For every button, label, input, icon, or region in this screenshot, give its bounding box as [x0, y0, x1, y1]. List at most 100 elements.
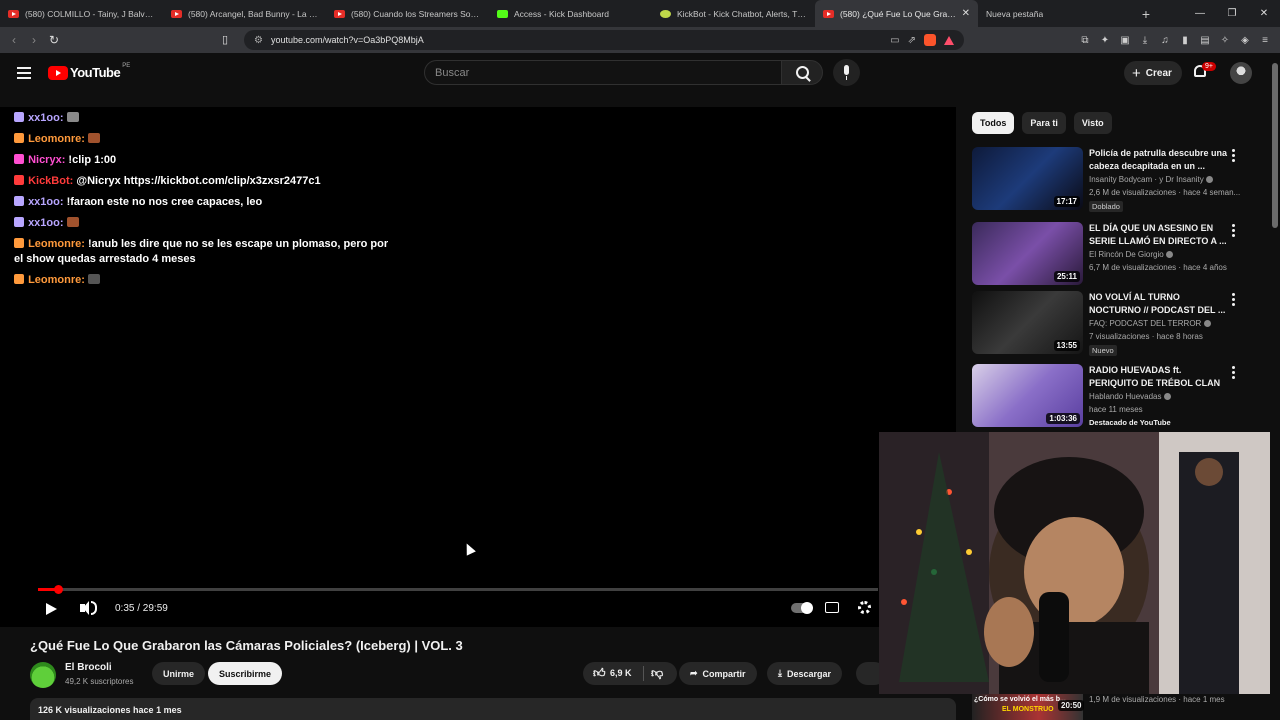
verified-icon [1163, 393, 1171, 400]
create-button[interactable]: + Crear [1124, 61, 1182, 85]
address-bar[interactable]: ⚙ youtube.com/watch?v=Oa3bPQ8MbjA ▭ ⇗ [244, 30, 964, 50]
chip-visto[interactable]: Visto [1073, 112, 1112, 134]
recommendation-title[interactable]: NO VOLVÍ AL TURNO NOCTURNO // PODCAST DE… [1089, 291, 1229, 317]
vpn-icon[interactable]: ◈ [1240, 35, 1250, 46]
subscriber-count: 49,2 K suscriptores [65, 677, 134, 686]
more-options-icon[interactable] [1232, 293, 1235, 308]
recommendation-title[interactable]: RADIO HUEVADAS ft. PERIQUITO DE TRÉBOL C… [1089, 364, 1229, 390]
like-count[interactable]: 6,9 K [610, 668, 632, 678]
bookmark-icon[interactable]: ▯ [222, 33, 228, 46]
chat-message: xx1oo: [14, 216, 394, 231]
video-thumbnail[interactable]: 1:03:36 [972, 364, 1083, 427]
brave-rewards-icon[interactable] [944, 35, 954, 45]
video-player[interactable]: xx1oo: Leomonre: Nicryx: !clip 1:00 Kick… [0, 107, 956, 627]
subscribe-button[interactable]: Suscribirme [208, 662, 283, 685]
notification-badge: 9+ [1202, 62, 1216, 71]
youtube-logo[interactable]: YouTube PE [48, 63, 130, 80]
download-button[interactable]: ⤓ Descargar [767, 662, 843, 685]
more-options-icon[interactable] [1232, 224, 1235, 239]
progress-bar[interactable] [38, 585, 878, 594]
close-window-icon[interactable]: ✕ [1248, 8, 1280, 19]
restore-icon[interactable]: ❐ [1216, 8, 1248, 19]
reload-icon[interactable]: ↻ [44, 33, 64, 47]
youtube-header: YouTube PE Buscar + Crear 9+ [0, 53, 1270, 93]
browser-tab-new[interactable]: Nueva pestaña [978, 0, 1128, 27]
recommendation-item[interactable]: 1:03:36 RADIO HUEVADAS ft. PERIQUITO DE T… [972, 364, 1252, 429]
webcam-feed-image [879, 432, 1270, 694]
chip-todos[interactable]: Todos [972, 112, 1015, 134]
autoplay-toggle[interactable] [791, 602, 813, 614]
channel-avatar[interactable] [30, 662, 56, 688]
search-button[interactable] [781, 60, 823, 85]
wallet-icon[interactable]: ▤ [1200, 35, 1210, 46]
recommendation-channel[interactable]: El Rincón De Giorgio [1089, 250, 1173, 259]
translate-icon[interactable]: ⧉ [1080, 35, 1090, 46]
video-meta: 1,9 M de visualizaciones · hace 1 mes [1089, 695, 1225, 704]
browser-window: (580) COLMILLO - Tainy, J Balvin, You (5… [0, 0, 1280, 720]
tab-search-icon[interactable]: ▣ [1120, 35, 1130, 46]
brave-shields-icon[interactable] [924, 34, 936, 46]
description-box[interactable]: 126 K visualizaciones hace 1 mes [30, 698, 956, 720]
more-options-icon[interactable] [1232, 149, 1235, 164]
recommendation-channel[interactable]: FAQ: PODCAST DEL TERROR [1089, 319, 1211, 328]
minimize-icon[interactable]: — [1184, 8, 1216, 19]
recommendation-channel[interactable]: Insanity Bodycam · y Dr Insanity [1089, 175, 1213, 184]
volume-icon[interactable] [80, 601, 89, 615]
recommendation-item[interactable]: 25:11 EL DÍA QUE UN ASESINO EN SERIE LLAM… [972, 222, 1252, 287]
recommendation-title[interactable]: Policía de patrulla descubre una cabeza … [1089, 147, 1229, 173]
search-input[interactable]: Buscar [424, 60, 782, 85]
video-thumbnail[interactable]: 13:55 [972, 291, 1083, 354]
share-page-icon[interactable]: ⇗ [908, 35, 916, 46]
media-icon[interactable]: ♫ [1160, 35, 1170, 46]
player-controls: 0:35 / 29:59 [38, 599, 878, 619]
scrollbar-thumb[interactable] [1272, 63, 1278, 228]
duration-badge: 1:03:36 [1046, 413, 1080, 424]
browser-tab-2[interactable]: (580) Arcangel, Bad Bunny - La Jump [163, 0, 326, 27]
like-icon[interactable]: 👍︎ [593, 666, 606, 681]
new-tab-button[interactable]: + [1136, 6, 1156, 22]
account-avatar[interactable] [1230, 62, 1252, 84]
join-button[interactable]: Unirme [152, 662, 206, 685]
recommendation-meta: 6,7 M de visualizaciones · hace 4 años [1089, 263, 1227, 272]
browser-tab-5[interactable]: KickBot - Kick Chatbot, Alerts, TTS, C [652, 0, 815, 27]
recommendation-tag: Doblado [1089, 201, 1123, 212]
browser-tab-active[interactable]: (580) ¿Qué Fue Lo Que Grabaron ✕ [815, 0, 978, 27]
page-scrollbar[interactable] [1270, 53, 1280, 720]
recommendation-title[interactable]: EL DÍA QUE UN ASESINO EN SERIE LLAMÓ EN … [1089, 222, 1229, 248]
youtube-play-logo-icon [48, 65, 68, 80]
subtitles-icon[interactable] [825, 602, 839, 613]
cast-icon[interactable]: ▭ [890, 35, 899, 46]
video-thumbnail[interactable]: 25:11 [972, 222, 1083, 285]
play-icon[interactable] [46, 603, 57, 615]
volume-wave-icon [91, 601, 97, 615]
voice-search-icon[interactable] [833, 59, 860, 86]
more-options-icon[interactable] [1232, 366, 1235, 381]
recommendation-channel[interactable]: Hablando Huevadas [1089, 392, 1171, 401]
extensions-icon[interactable]: ✦ [1100, 35, 1110, 46]
browser-tab-1[interactable]: (580) COLMILLO - Tainy, J Balvin, You [0, 0, 163, 27]
menu-icon[interactable]: ≡ [1260, 35, 1270, 46]
leo-icon[interactable]: ✧ [1220, 35, 1230, 46]
channel-name[interactable]: El Brocoli [65, 662, 112, 673]
progress-knob[interactable] [54, 585, 63, 594]
recommendation-item-partial[interactable]: ¿Cómo se volvió el más b... EL MONSTRUO … [972, 694, 1270, 720]
video-thumbnail[interactable]: 17:17 [972, 147, 1083, 210]
dislike-icon[interactable]: 👎︎ [651, 666, 663, 681]
recommendation-item[interactable]: 17:17 Policía de patrulla descubre una ca… [972, 147, 1252, 212]
settings-gear-icon[interactable] [858, 601, 871, 614]
share-button[interactable]: ➦ Compartir [679, 662, 757, 685]
close-tab-icon[interactable]: ✕ [958, 8, 970, 19]
chip-para-ti[interactable]: Para ti [1022, 112, 1066, 134]
browser-tab-4[interactable]: Access - Kick Dashboard [489, 0, 652, 27]
site-info-icon[interactable]: ⚙ [254, 35, 263, 46]
chat-message: xx1oo: !faraon este no nos cree capaces,… [14, 195, 394, 210]
forward-icon[interactable]: › [24, 33, 44, 47]
hamburger-menu-icon[interactable] [17, 67, 31, 82]
duration-badge: 17:17 [1053, 196, 1080, 207]
browser-tab-3[interactable]: (580) Cuando los Streamers Son Swa [326, 0, 489, 27]
recommendation-item[interactable]: 13:55 NO VOLVÍ AL TURNO NOCTURNO // PODCA… [972, 291, 1252, 356]
chat-message: Leomonre: !anub les dire que no se les e… [14, 237, 394, 267]
back-icon[interactable]: ‹ [4, 33, 24, 47]
download-icon[interactable]: ⤓ [1140, 35, 1150, 46]
sidebar-icon[interactable]: ▮ [1180, 35, 1190, 46]
